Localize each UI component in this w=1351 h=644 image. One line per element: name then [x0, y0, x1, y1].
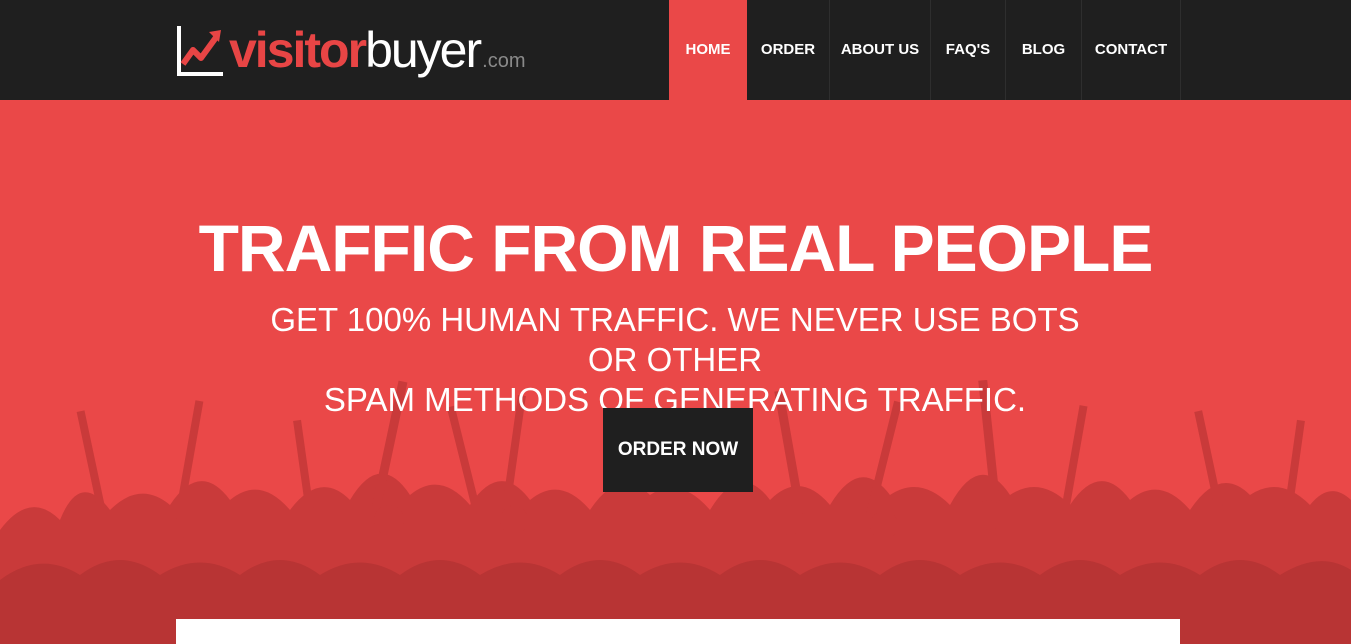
hero-title: TRAFFIC FROM REAL PEOPLE	[198, 211, 1154, 285]
order-now-button[interactable]: ORDER NOW	[603, 408, 753, 492]
trending-up-chart-icon	[177, 26, 223, 76]
nav-item-about-us[interactable]: ABOUT US	[830, 0, 931, 100]
nav-item-order[interactable]: ORDER	[747, 0, 830, 100]
hero-section: TRAFFIC FROM REAL PEOPLE GET 100% HUMAN …	[0, 100, 1351, 644]
logo-com-text: .com	[482, 50, 526, 72]
nav-item-faqs[interactable]: FAQ'S	[931, 0, 1006, 100]
hero-subtitle-line-1: GET 100% HUMAN TRAFFIC. WE NEVER USE BOT…	[270, 301, 1080, 378]
hero-subtitle: GET 100% HUMAN TRAFFIC. WE NEVER USE BOT…	[255, 300, 1095, 420]
site-logo[interactable]: visitor buyer .com	[175, 14, 525, 86]
nav-item-home[interactable]: HOME	[669, 0, 747, 100]
nav-item-blog[interactable]: BLOG	[1006, 0, 1082, 100]
logo-wordmark: visitor buyer .com	[229, 21, 525, 79]
content-panel	[176, 619, 1180, 644]
nav-item-contact[interactable]: CONTACT	[1082, 0, 1181, 100]
logo-buyer-text: buyer	[365, 22, 482, 78]
site-header: visitor buyer .com HOME ORDER ABOUT US F…	[0, 0, 1351, 100]
logo-visitor-text: visitor	[229, 22, 367, 78]
main-nav: HOME ORDER ABOUT US FAQ'S BLOG CONTACT	[669, 0, 1181, 100]
